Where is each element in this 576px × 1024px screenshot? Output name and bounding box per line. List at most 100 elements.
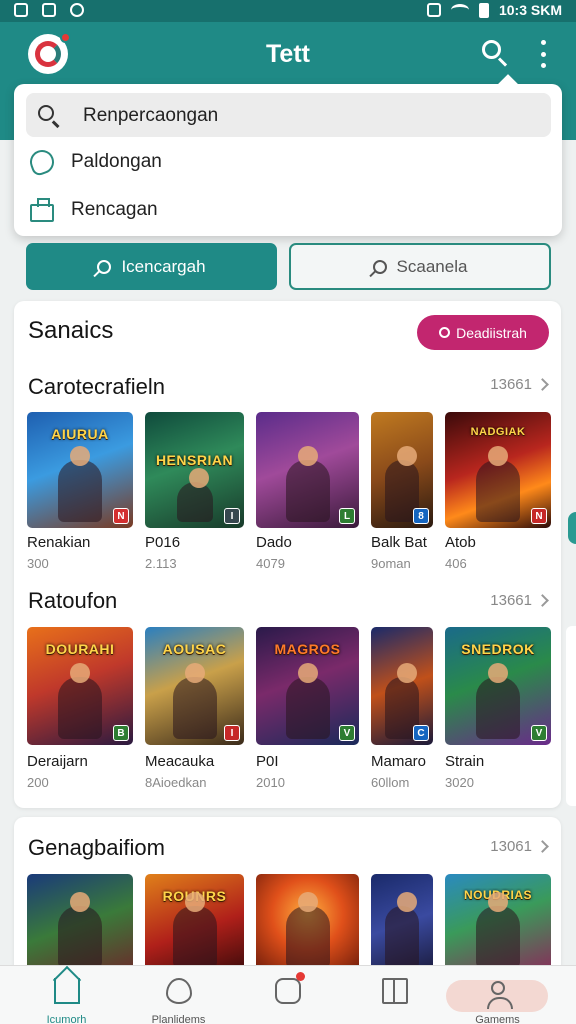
game-badge: I	[224, 508, 240, 524]
game-name: Strain	[445, 753, 485, 770]
game-tile[interactable]: NADGIAK N Atob 406	[445, 412, 551, 571]
dropdown-item-paldongan[interactable]: Paldongan	[14, 142, 562, 182]
notification-app-icon	[14, 3, 28, 17]
nav-label: Gamems	[475, 1014, 520, 1024]
game-badge: L	[339, 508, 355, 524]
game-badge: 8	[413, 508, 429, 524]
status-time: 10:3 SKM	[498, 2, 562, 18]
dropdown-item-rencagan[interactable]: Rencagan	[14, 190, 562, 230]
home-icon	[53, 978, 80, 1004]
game-tile[interactable]: L Dado 4079	[256, 412, 359, 571]
card-title: Sanaics	[28, 317, 114, 344]
game-badge: N	[113, 508, 129, 524]
game-tile[interactable]: NOUDRIAS	[445, 874, 551, 974]
section-count: 13661	[490, 376, 532, 393]
game-tile[interactable]: ROUNRS	[145, 874, 244, 974]
section-title: Carotecrafieln	[28, 374, 165, 399]
section-see-all[interactable]: 13061	[490, 838, 549, 855]
nav-item-library[interactable]	[337, 966, 452, 1024]
game-cover: AOUSAC I	[145, 627, 244, 745]
game-badge: B	[113, 725, 129, 741]
chevron-right-icon	[536, 594, 549, 607]
bottom-navigation: Icumorh Planlidems Gamems	[0, 965, 576, 1024]
games-card: Sanaics Deadiistrah Carotecrafieln 13661…	[14, 301, 561, 808]
game-row: AIURUA N Renakian 300 HENSRIAN I P016 2.…	[27, 412, 561, 582]
game-tile[interactable]: AIURUA N Renakian 300	[27, 412, 133, 571]
more-options-icon[interactable]	[536, 40, 550, 68]
game-badge: V	[531, 725, 547, 741]
dropdown-item-label: Paldongan	[71, 151, 162, 172]
cta-button[interactable]: Deadiistrah	[417, 315, 549, 350]
dropdown-item-label: Rencagan	[71, 199, 158, 220]
chevron-right-icon	[536, 378, 549, 391]
game-name: Meacauka	[145, 753, 215, 770]
search-icon	[372, 259, 387, 274]
search-icon	[97, 259, 112, 274]
secondary-search-button[interactable]: Scaanela	[289, 243, 551, 290]
game-meta: 4079	[256, 556, 285, 571]
game-row: ROUNRS NOUDRIAS	[27, 874, 561, 974]
game-tile[interactable]: DOURAHI B Deraijarn 200	[27, 627, 133, 790]
game-tile[interactable]: SNEDROK V Strain 3020	[445, 627, 551, 790]
section-title: Ratoufon	[28, 588, 118, 613]
search-input[interactable]: Renpercaongan	[26, 93, 551, 137]
cover-title: HENSRIAN	[155, 452, 234, 468]
game-badge: I	[224, 725, 240, 741]
game-cover: AIURUA N	[27, 412, 133, 528]
game-cover: 8	[371, 412, 433, 528]
game-tile[interactable]: HENSRIAN I P016 2.113	[145, 412, 244, 571]
section-see-all[interactable]: 13661	[490, 592, 549, 609]
game-cover: NADGIAK N	[445, 412, 551, 528]
game-meta: 200	[27, 775, 49, 790]
shopping-bag-icon	[30, 198, 54, 222]
game-cover: NOUDRIAS	[445, 874, 551, 974]
secondary-button-label: Scaanela	[396, 256, 468, 276]
games-card: Genagbaifiom 13061 ROUNRS	[14, 817, 561, 977]
game-meta: 2010	[256, 775, 285, 790]
primary-search-button[interactable]: Icencargah	[26, 243, 277, 290]
game-tile[interactable]	[371, 874, 433, 974]
cover-title: MAGROS	[274, 641, 341, 657]
game-name: Deraijarn	[27, 753, 88, 770]
game-meta: 8Aioedkan	[145, 775, 207, 790]
book-icon	[381, 978, 408, 1004]
game-name: Balk Bat	[371, 534, 427, 551]
search-input-value: Renpercaongan	[83, 105, 219, 126]
game-cover: HENSRIAN I	[145, 412, 244, 528]
battery-icon	[478, 2, 489, 18]
next-card-edge	[566, 626, 576, 806]
cover-title: DOURAHI	[45, 641, 115, 657]
game-tile[interactable]	[27, 874, 133, 974]
search-icon[interactable]	[480, 38, 510, 68]
game-tile[interactable]: MAGROS V P0I 2010	[256, 627, 359, 790]
chevron-right-icon	[536, 840, 549, 853]
game-meta: 9oman	[371, 556, 411, 571]
game-tile[interactable]	[256, 874, 359, 974]
game-tile[interactable]: AOUSAC I Meacauka 8Aioedkan	[145, 627, 244, 790]
game-meta: 406	[445, 556, 467, 571]
game-cover: SNEDROK V	[445, 627, 551, 745]
nav-item-profile[interactable]: Gamems	[440, 966, 555, 1024]
game-tile[interactable]: C Mamaro 60llom	[371, 627, 433, 790]
cover-title: NADGIAK	[470, 426, 526, 438]
nav-item-home[interactable]: Icumorh	[9, 966, 124, 1024]
game-tile[interactable]: 8 Balk Bat 9oman	[371, 412, 433, 571]
game-name: P0I	[256, 753, 279, 770]
vibrate-icon	[426, 3, 441, 17]
scroll-handle[interactable]	[568, 512, 576, 544]
nav-item-favorites[interactable]: Planlidems	[121, 966, 236, 1024]
game-cover	[256, 874, 359, 974]
game-cover: MAGROS V	[256, 627, 359, 745]
section-count: 13061	[490, 838, 532, 855]
nav-item-notifications[interactable]	[230, 966, 345, 1024]
section-see-all[interactable]: 13661	[490, 376, 549, 393]
nav-label: Planlidems	[151, 1014, 206, 1024]
app-icon	[42, 3, 56, 17]
cover-title: AIURUA	[51, 426, 109, 442]
game-name: Mamaro	[371, 753, 427, 770]
game-cover	[371, 874, 433, 974]
cta-label: Deadiistrah	[456, 324, 527, 341]
cta-icon	[439, 327, 451, 338]
game-cover: ROUNRS	[145, 874, 244, 974]
status-bar: 10:3 SKM	[0, 0, 576, 22]
